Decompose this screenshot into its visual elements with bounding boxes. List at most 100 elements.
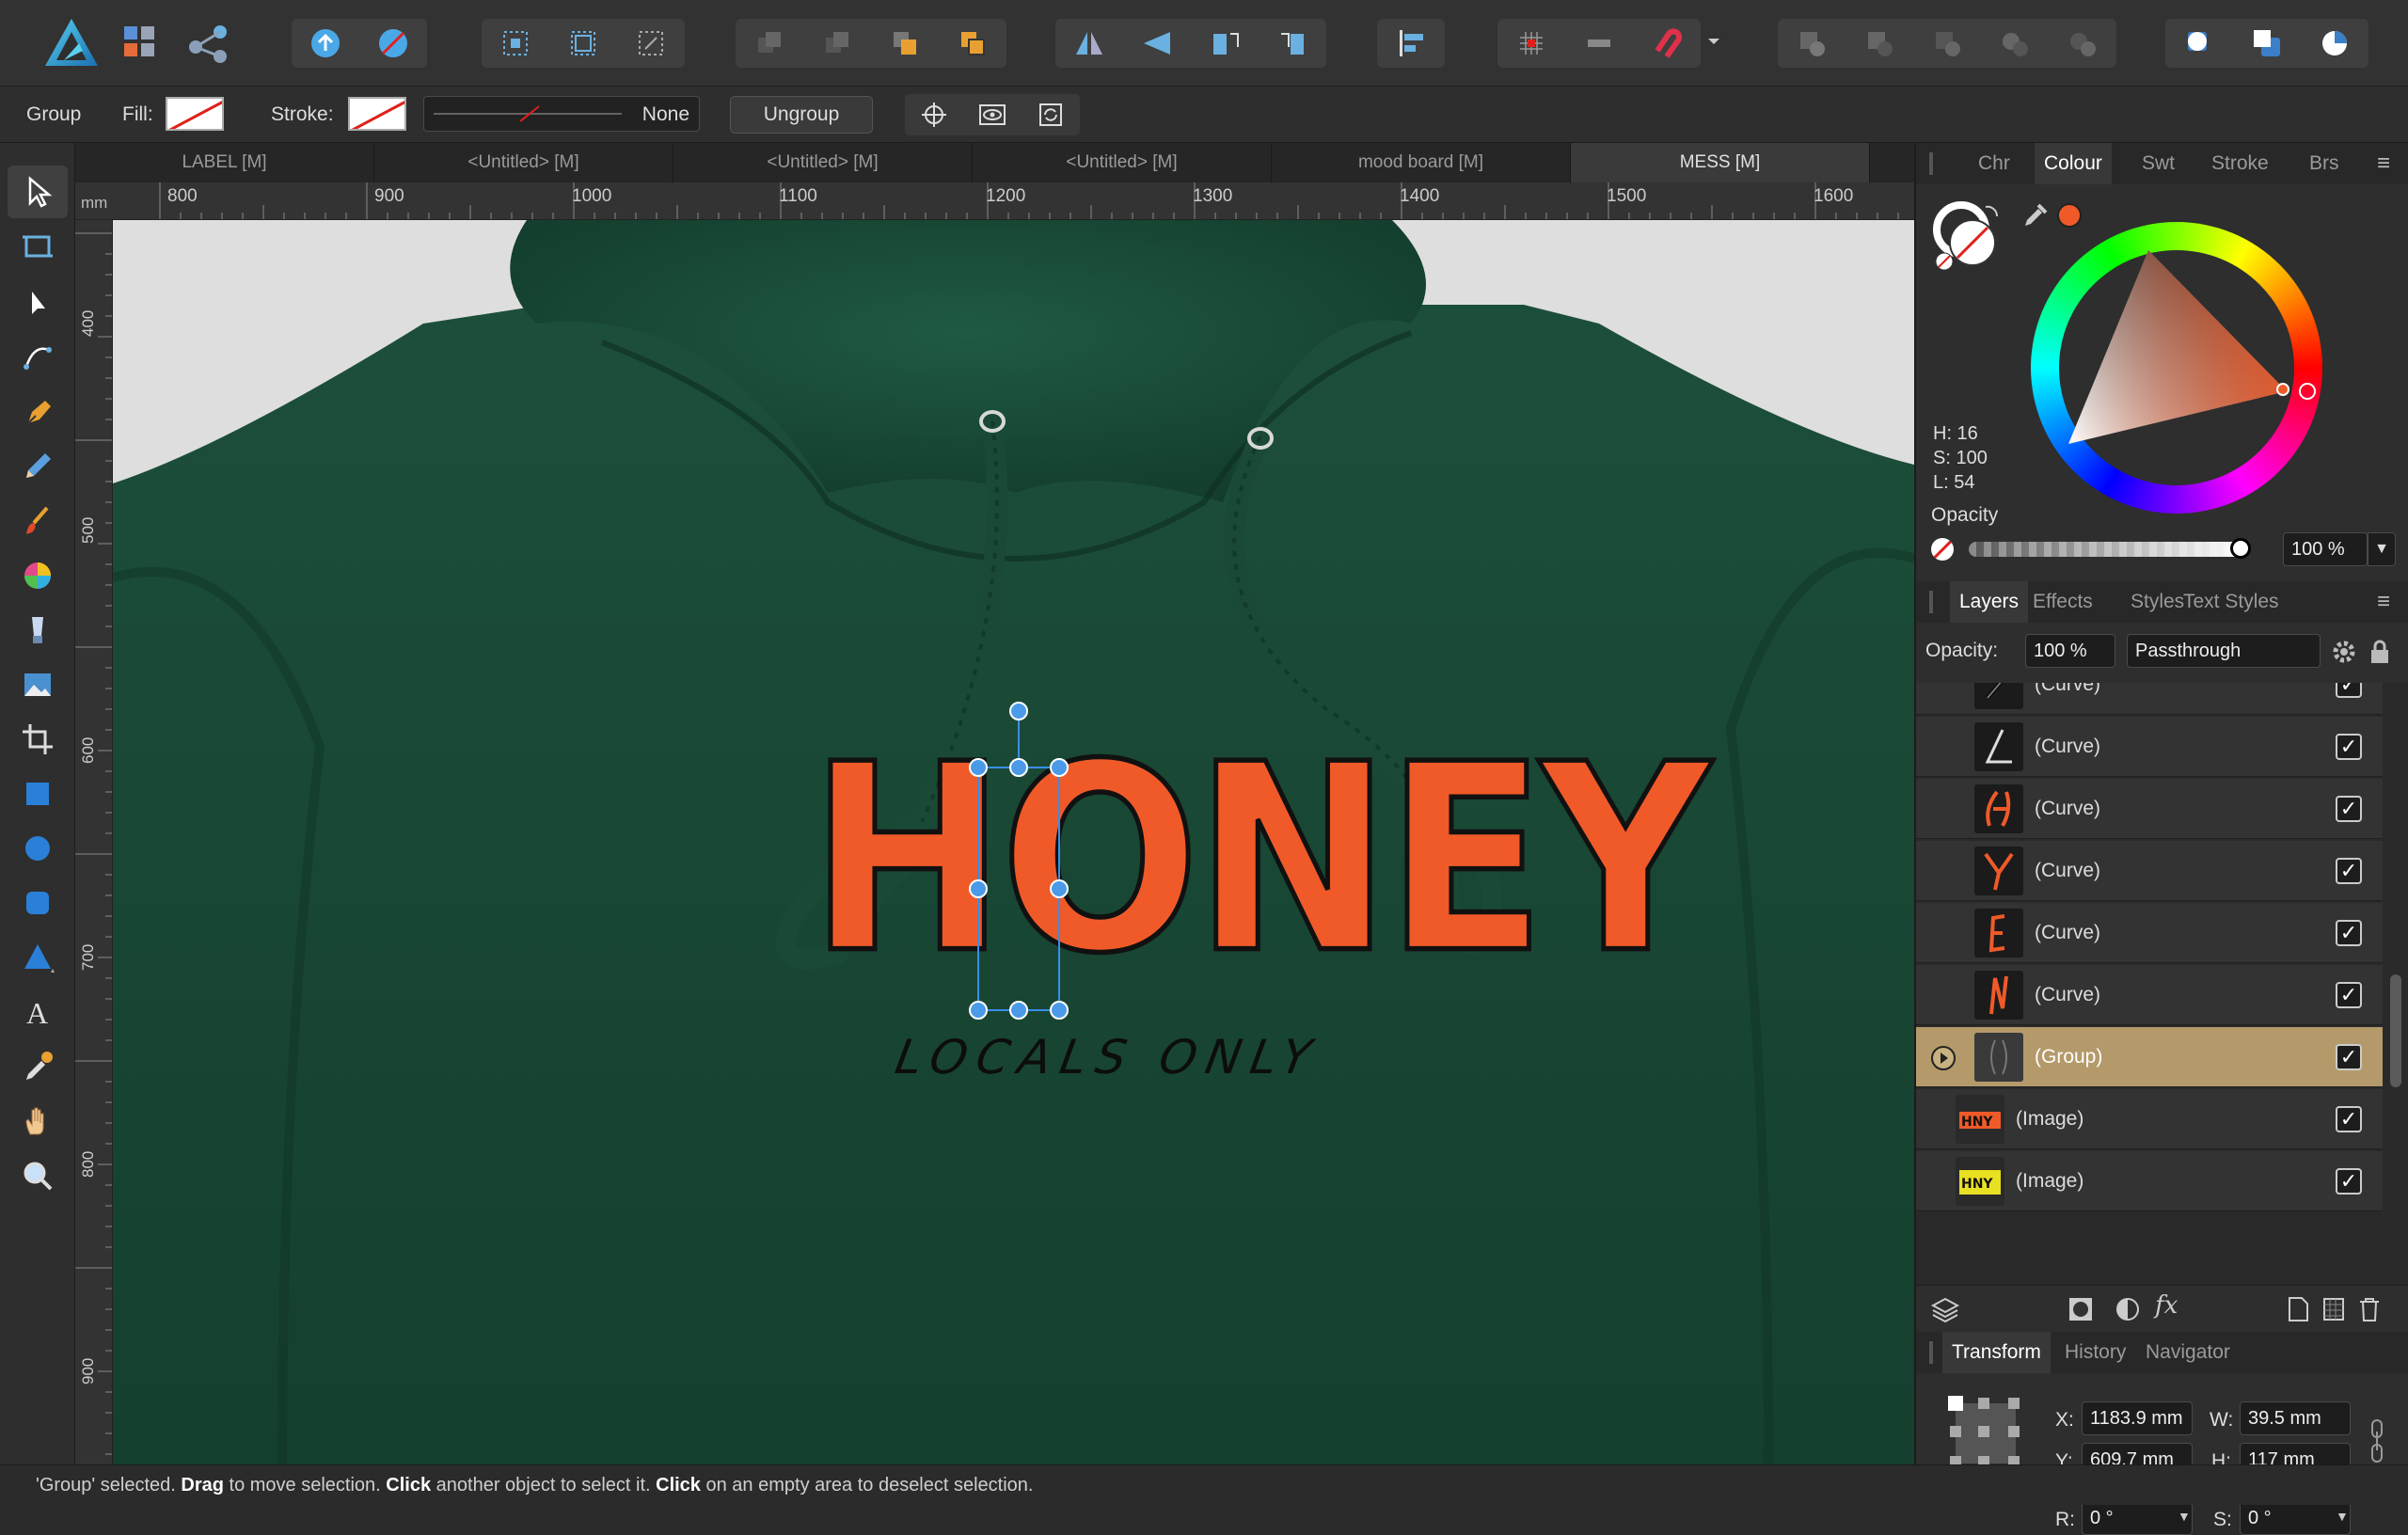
move-tool-icon[interactable] (8, 166, 68, 218)
vector-brush-tool-icon[interactable] (8, 495, 68, 547)
ungroup-button[interactable]: Ungroup (730, 96, 873, 134)
move-back-icon[interactable] (803, 19, 871, 68)
layer-visibility-checkbox[interactable]: ✓ (2336, 734, 2362, 760)
tab-transform[interactable]: Transform (1942, 1332, 2051, 1373)
flip-horizontal-icon[interactable] (1055, 19, 1123, 68)
layer-row[interactable]: (Curve) ✓ (1916, 717, 2383, 777)
move-to-front-icon[interactable] (939, 19, 1006, 68)
snapping-magnet-icon[interactable] (1633, 19, 1701, 68)
crosshair-icon[interactable] (905, 94, 963, 135)
artboard-tool-icon[interactable] (8, 220, 68, 273)
layer-visibility-checkbox[interactable]: ✓ (2336, 683, 2362, 698)
doc-tab[interactable]: <Untitled> [M] (973, 143, 1272, 182)
x-field[interactable]: 1183.9 mm (2082, 1401, 2193, 1435)
panel-grip-icon[interactable] (1929, 152, 1933, 175)
rotate-transform-icon[interactable] (1022, 94, 1080, 135)
point-transform-tool-icon[interactable] (8, 331, 68, 384)
pen-tool-icon[interactable] (8, 386, 68, 438)
panel-grip-icon[interactable] (1929, 591, 1933, 613)
layer-row[interactable]: (Curve) ✓ (1916, 903, 2383, 963)
lock-icon[interactable] (2369, 640, 2390, 664)
horizontal-ruler[interactable]: mm 800 900 1000 1100 1200 1300 1400 1500… (75, 182, 1914, 220)
text-tool-icon[interactable]: A (8, 986, 68, 1038)
gear-icon[interactable] (2332, 640, 2356, 664)
fill-swatch[interactable] (166, 97, 224, 131)
insert-top-icon[interactable] (2301, 19, 2368, 68)
blend-mode-select[interactable]: Passthrough (2127, 634, 2321, 668)
cloud-upload-icon[interactable] (292, 19, 359, 68)
app-logo-icon[interactable] (41, 15, 102, 71)
vertical-ruler[interactable]: 400 500 600 700 800 900 (75, 220, 113, 1464)
layer-opacity-field[interactable]: 100 % (2025, 634, 2115, 668)
layer-row[interactable]: (Curve) ✓ (1916, 683, 2383, 715)
opacity-dropdown-icon[interactable]: ▼ (2368, 532, 2396, 566)
fill-stroke-selector[interactable] (1931, 199, 2006, 275)
snap-dropdown-icon[interactable] (1704, 32, 1723, 51)
tab-colour[interactable]: Colour (2035, 143, 2112, 184)
doc-tab[interactable]: <Untitled> [M] (673, 143, 973, 182)
tab-text-styles[interactable]: Text Styles (2183, 581, 2279, 623)
ellipse-tool-icon[interactable] (8, 822, 68, 875)
flip-vertical-icon[interactable] (1123, 19, 1191, 68)
bounding-box-icon[interactable] (549, 19, 617, 68)
dropdown-arrow-icon[interactable]: ▼ (2178, 1509, 2191, 1524)
hand-tool-icon[interactable] (8, 1095, 68, 1147)
place-image-tool-icon[interactable] (8, 658, 68, 711)
tab-history[interactable]: History (2065, 1332, 2126, 1373)
zoom-tool-icon[interactable] (8, 1149, 68, 1202)
intersect-icon[interactable] (1913, 19, 1981, 68)
layer-row[interactable]: HNY (Image) ✓ (1916, 1151, 2383, 1211)
rotate-right-icon[interactable] (1259, 19, 1326, 68)
w-field[interactable]: 39.5 mm (2240, 1401, 2351, 1435)
document-canvas[interactable]: HONEY LOCALS ONLY (113, 220, 1914, 1464)
layer-visibility-checkbox[interactable]: ✓ (2336, 1044, 2362, 1070)
rotate-left-icon[interactable] (1191, 19, 1259, 68)
doc-tab[interactable]: LABEL [M] (75, 143, 374, 182)
layer-row-selected[interactable]: (Group) ✓ (1916, 1027, 2383, 1087)
move-to-back-icon[interactable] (736, 19, 803, 68)
snap-options-icon[interactable] (1565, 19, 1633, 68)
fx-icon[interactable]: fx (2155, 1291, 2189, 1325)
rounded-rectangle-tool-icon[interactable] (8, 877, 68, 929)
layer-visibility-checkbox[interactable]: ✓ (2336, 858, 2362, 884)
layer-visibility-checkbox[interactable]: ✓ (2336, 1106, 2362, 1132)
panel-grip-icon[interactable] (1929, 1341, 1933, 1364)
tab-brushes[interactable]: Brs (2309, 143, 2339, 184)
transform-origin-icon[interactable] (617, 19, 685, 68)
node-tool-icon[interactable] (8, 277, 68, 329)
expand-group-icon[interactable] (1931, 1046, 1956, 1070)
move-forward-icon[interactable] (871, 19, 939, 68)
align-left-icon[interactable] (1377, 19, 1445, 68)
layer-row[interactable]: HNY (Image) ✓ (1916, 1089, 2383, 1149)
triangle-tool-icon[interactable] (8, 931, 68, 984)
no-colour-icon[interactable] (1931, 538, 1954, 561)
subtract-icon[interactable] (1846, 19, 1913, 68)
tab-navigator[interactable]: Navigator (2146, 1332, 2230, 1373)
adjustment-layer-icon[interactable] (2114, 1295, 2142, 1323)
tab-layers[interactable]: Layers (1950, 581, 2029, 623)
add-icon[interactable] (1778, 19, 1846, 68)
persona-pixel-icon[interactable] (117, 19, 166, 68)
layer-visibility-checkbox[interactable]: ✓ (2336, 1168, 2362, 1195)
mask-layer-icon[interactable] (2067, 1295, 2095, 1323)
pencil-tool-icon[interactable] (8, 440, 68, 493)
layer-row[interactable]: (Curve) ✓ (1916, 779, 2383, 839)
shear-field[interactable]: 0 ° (2240, 1501, 2351, 1535)
link-dimensions-icon[interactable] (2369, 1413, 2384, 1469)
rectangle-tool-icon[interactable] (8, 768, 68, 820)
tab-stroke[interactable]: Stroke (2211, 143, 2269, 184)
persona-export-icon[interactable] (182, 19, 235, 68)
tab-character[interactable]: Chr (1978, 143, 2010, 184)
doc-tab[interactable]: mood board [M] (1272, 143, 1571, 182)
tab-swatches[interactable]: Swt (2142, 143, 2175, 184)
insert-inside-icon[interactable] (2165, 19, 2233, 68)
transparency-tool-icon[interactable] (8, 604, 68, 657)
layers-scrollbar[interactable] (2390, 974, 2401, 1087)
layer-visibility-checkbox[interactable]: ✓ (2336, 920, 2362, 946)
crop-tool-icon[interactable] (8, 713, 68, 766)
anchor-point-selector[interactable] (1944, 1392, 2025, 1473)
layer-row[interactable]: (Curve) ✓ (1916, 841, 2383, 901)
cloud-offline-icon[interactable] (359, 19, 427, 68)
new-layer-icon[interactable] (2285, 1295, 2311, 1323)
layer-visibility-checkbox[interactable]: ✓ (2336, 982, 2362, 1008)
